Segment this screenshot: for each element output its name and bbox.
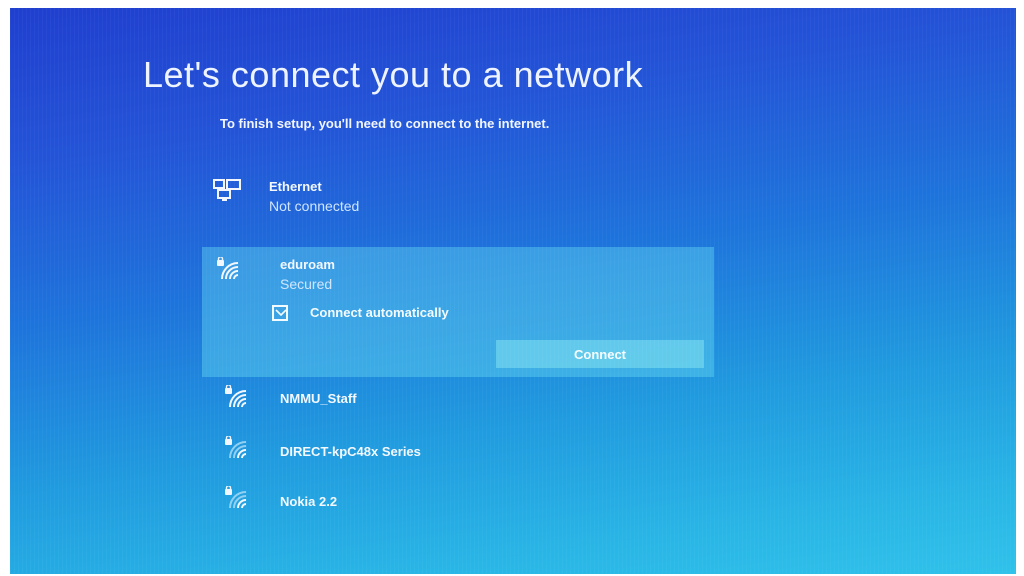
network-name: eduroam xyxy=(280,257,335,272)
network-item-eduroam[interactable]: eduroam Secured Connect automatically Co… xyxy=(202,247,714,377)
network-item-nokia-2-2[interactable]: Nokia 2.2 xyxy=(210,484,720,518)
network-name: NMMU_Staff xyxy=(280,391,357,406)
network-status: Not connected xyxy=(269,198,360,214)
network-name: DIRECT-kpC48x Series xyxy=(280,444,421,459)
connect-automatically-label[interactable]: Connect automatically xyxy=(310,305,449,320)
checkmark-icon xyxy=(275,309,287,317)
wifi-secured-icon xyxy=(224,384,250,411)
setup-screen: Let's connect you to a network To finish… xyxy=(10,8,1016,574)
page-title: Let's connect you to a network xyxy=(143,54,644,95)
network-item-direct-kpc48x-series[interactable]: DIRECT-kpC48x Series xyxy=(210,434,720,468)
network-item-nmmu-staff[interactable]: NMMU_Staff xyxy=(210,383,720,417)
network-item-ethernet[interactable]: Ethernet Not connected xyxy=(210,176,720,222)
network-name: Nokia 2.2 xyxy=(280,494,338,509)
network-name: Ethernet xyxy=(269,179,322,194)
ethernet-icon xyxy=(213,178,241,204)
wifi-secured-icon xyxy=(224,485,250,512)
wifi-secured-icon xyxy=(216,256,242,283)
network-status: Secured xyxy=(280,276,333,292)
connect-button[interactable]: Connect xyxy=(496,340,704,368)
connect-automatically-checkbox[interactable] xyxy=(272,305,288,321)
wifi-secured-icon xyxy=(224,435,250,462)
page-subtitle: To finish setup, you'll need to connect … xyxy=(220,116,550,131)
